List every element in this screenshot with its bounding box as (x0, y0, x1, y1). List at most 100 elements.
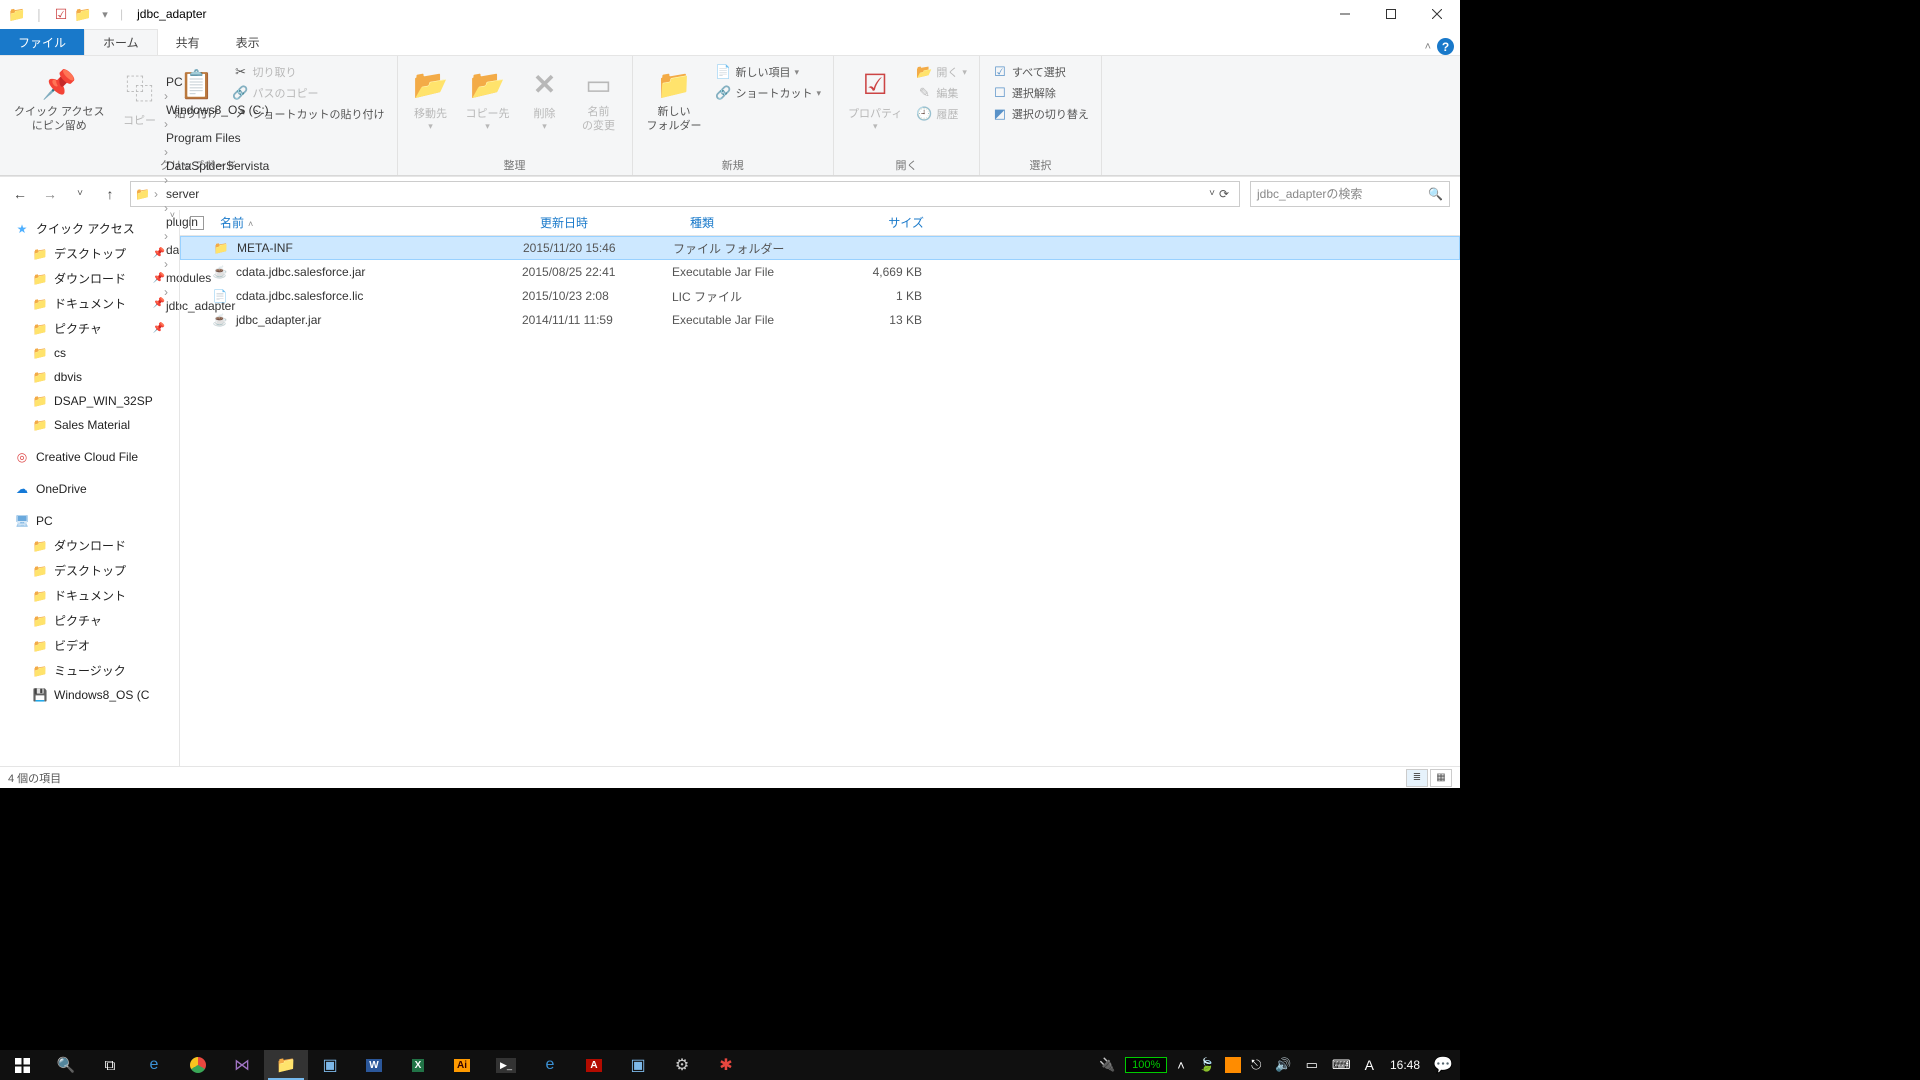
file-row[interactable]: ☕cdata.jdbc.salesforce.jar2015/08/25 22:… (180, 260, 1460, 284)
rename-button[interactable]: ▭ 名前 の変更 (574, 60, 624, 138)
sidebar-item-downloads[interactable]: 📁ダウンロード📌 (0, 266, 179, 291)
taskbar-app-acrobat[interactable]: A (572, 1050, 616, 1080)
search-icon[interactable]: 🔍 (1428, 187, 1443, 201)
invert-selection-button[interactable]: ◩選択の切り替え (988, 104, 1093, 124)
taskbar-app-ie[interactable]: e (528, 1050, 572, 1080)
sidebar-item-dbvis[interactable]: 📁dbvis (0, 365, 179, 389)
sidebar-item-quickaccess[interactable]: ★クイック アクセス (0, 216, 179, 241)
chevron-right-icon[interactable]: › (162, 145, 170, 159)
sidebar-item-documents[interactable]: 📁ドキュメント📌 (0, 291, 179, 316)
new-shortcut-button[interactable]: 🔗ショートカット ▾ (712, 83, 826, 103)
move-to-button[interactable]: 📂 移動先▾ (406, 60, 456, 136)
taskbar-app-generic3[interactable]: ✱ (704, 1050, 748, 1080)
sidebar-item-pc[interactable]: 🖥PC (0, 509, 179, 533)
input-icon[interactable]: ▭ (1302, 1057, 1322, 1073)
wifi-icon[interactable]: ⎋ (1247, 1057, 1265, 1073)
taskbar-app-illustrator[interactable]: Ai (440, 1050, 484, 1080)
qat-newfolder-icon[interactable]: 📁 (74, 5, 92, 23)
sidebar-item-pc-pictures[interactable]: 📁ピクチャ (0, 608, 179, 633)
file-row[interactable]: 📁META-INF2015/11/20 15:46ファイル フォルダー (180, 236, 1460, 260)
sidebar-item-onedrive[interactable]: ☁OneDrive (0, 477, 179, 501)
chevron-right-icon[interactable]: › (152, 187, 160, 201)
tab-file[interactable]: ファイル (0, 29, 84, 55)
chevron-right-icon[interactable]: › (162, 173, 170, 187)
chevron-right-icon[interactable]: › (162, 89, 170, 103)
taskbar-app-generic1[interactable]: ▣ (308, 1050, 352, 1080)
search-input[interactable]: jdbc_adapterの検索 🔍 (1250, 181, 1450, 207)
battery-indicator[interactable]: 100% (1125, 1057, 1167, 1073)
breadcrumb-segment[interactable]: PC (162, 75, 273, 89)
collapse-ribbon-icon[interactable]: ˄ (1425, 41, 1431, 53)
taskbar-app-explorer[interactable]: 📁 (264, 1050, 308, 1080)
clock[interactable]: 16:48 (1384, 1058, 1426, 1072)
sidebar-item-desktop[interactable]: 📁デスクトップ📌 (0, 241, 179, 266)
sidebar-item-sales[interactable]: 📁Sales Material (0, 413, 179, 437)
address-dropdown-icon[interactable]: ˅ (1209, 188, 1215, 199)
sidebar-item-pc-desktop[interactable]: 📁デスクトップ (0, 558, 179, 583)
help-icon[interactable]: ? (1437, 38, 1454, 55)
back-button[interactable]: ← (10, 184, 30, 204)
column-size[interactable]: サイズ (832, 214, 932, 231)
sidebar-item-pc-downloads[interactable]: 📁ダウンロード (0, 533, 179, 558)
start-button[interactable] (0, 1050, 44, 1080)
sidebar-item-cs[interactable]: 📁cs (0, 341, 179, 365)
copy-to-button[interactable]: 📂 コピー先▾ (460, 60, 516, 136)
taskbar-app-edge[interactable]: e (132, 1050, 176, 1080)
sidebar-item-pc-videos[interactable]: 📁ビデオ (0, 633, 179, 658)
new-folder-button[interactable]: 📁 新しい フォルダー (641, 60, 708, 138)
copy-button[interactable]: ⿻ コピー (115, 60, 165, 132)
history-button[interactable]: 🕘履歴 (912, 104, 971, 124)
search-button[interactable]: 🔍 (44, 1050, 88, 1080)
column-name[interactable]: 名前˄ (212, 214, 532, 231)
keyboard-icon[interactable]: ⌨ (1328, 1057, 1355, 1073)
open-button[interactable]: 📂開く ▾ (912, 62, 971, 82)
sidebar-item-pc-osdisc[interactable]: 💾Windows8_OS (C (0, 683, 179, 707)
volume-icon[interactable]: 🔊 (1271, 1057, 1295, 1073)
new-item-button[interactable]: 📄新しい項目 ▾ (712, 62, 826, 82)
ime-indicator[interactable]: A (1361, 1057, 1378, 1073)
leaf-icon[interactable]: 🍃 (1195, 1057, 1219, 1073)
refresh-icon[interactable]: ⟳ (1219, 187, 1229, 201)
properties-button[interactable]: ☑ プロパティ▾ (842, 60, 908, 136)
details-view-button[interactable]: ≣ (1406, 769, 1428, 787)
sidebar-item-pc-documents[interactable]: 📁ドキュメント (0, 583, 179, 608)
breadcrumb-segment[interactable]: DataSpiderServista (162, 159, 273, 173)
taskbar-app-vs[interactable]: ⋈ (220, 1050, 264, 1080)
taskbar-app-excel[interactable]: X (396, 1050, 440, 1080)
select-all-checkbox[interactable] (190, 216, 204, 230)
taskbar-app-generic2[interactable]: ▣ (616, 1050, 660, 1080)
chevron-right-icon[interactable]: › (162, 117, 170, 131)
address-bar[interactable]: 📁 › PC›Windows8_OS (C:)›Program Files›Da… (130, 181, 1240, 207)
tab-view[interactable]: 表示 (218, 29, 278, 55)
file-row[interactable]: ☕jdbc_adapter.jar2014/11/11 11:59Executa… (180, 308, 1460, 332)
breadcrumb-segment[interactable]: server (162, 187, 273, 201)
delete-button[interactable]: ✕ 削除▾ (520, 60, 570, 136)
select-all-button[interactable]: ☑すべて選択 (988, 62, 1093, 82)
column-type[interactable]: 種類 (682, 214, 832, 231)
select-none-button[interactable]: ☐選択解除 (988, 83, 1093, 103)
taskbar-app-settings[interactable]: ⚙ (660, 1050, 704, 1080)
sidebar-item-dsap[interactable]: 📁DSAP_WIN_32SP (0, 389, 179, 413)
column-date[interactable]: 更新日時 (532, 214, 682, 231)
sidebar-item-creativecloud[interactable]: ◎Creative Cloud File (0, 445, 179, 469)
action-center-icon[interactable]: 💬 (1432, 1054, 1454, 1076)
forward-button[interactable]: → (40, 184, 60, 204)
qat-dropdown-icon[interactable]: ▾ (96, 5, 114, 23)
tab-share[interactable]: 共有 (158, 29, 218, 55)
sidebar-item-pc-music[interactable]: 📁ミュージック (0, 658, 179, 683)
recent-button[interactable]: ˅ (70, 184, 90, 204)
qat-properties-icon[interactable]: ☑ (52, 5, 70, 23)
file-row[interactable]: 📄cdata.jdbc.salesforce.lic2015/10/23 2:0… (180, 284, 1460, 308)
tray-app-icon[interactable] (1225, 1057, 1241, 1073)
taskbar-app-chrome[interactable] (176, 1050, 220, 1080)
sidebar-item-pictures[interactable]: 📁ピクチャ📌 (0, 316, 179, 341)
minimize-button[interactable] (1322, 0, 1368, 28)
up-button[interactable]: ↑ (100, 184, 120, 204)
tab-home[interactable]: ホーム (84, 29, 158, 55)
power-icon[interactable]: 🔌 (1095, 1057, 1119, 1073)
icons-view-button[interactable]: ▦ (1430, 769, 1452, 787)
taskbar-app-word[interactable]: W (352, 1050, 396, 1080)
tray-overflow-icon[interactable]: ˄ (1173, 1058, 1189, 1073)
chevron-down-icon[interactable]: ˅ (170, 210, 175, 220)
breadcrumb-segment[interactable]: Program Files (162, 131, 273, 145)
